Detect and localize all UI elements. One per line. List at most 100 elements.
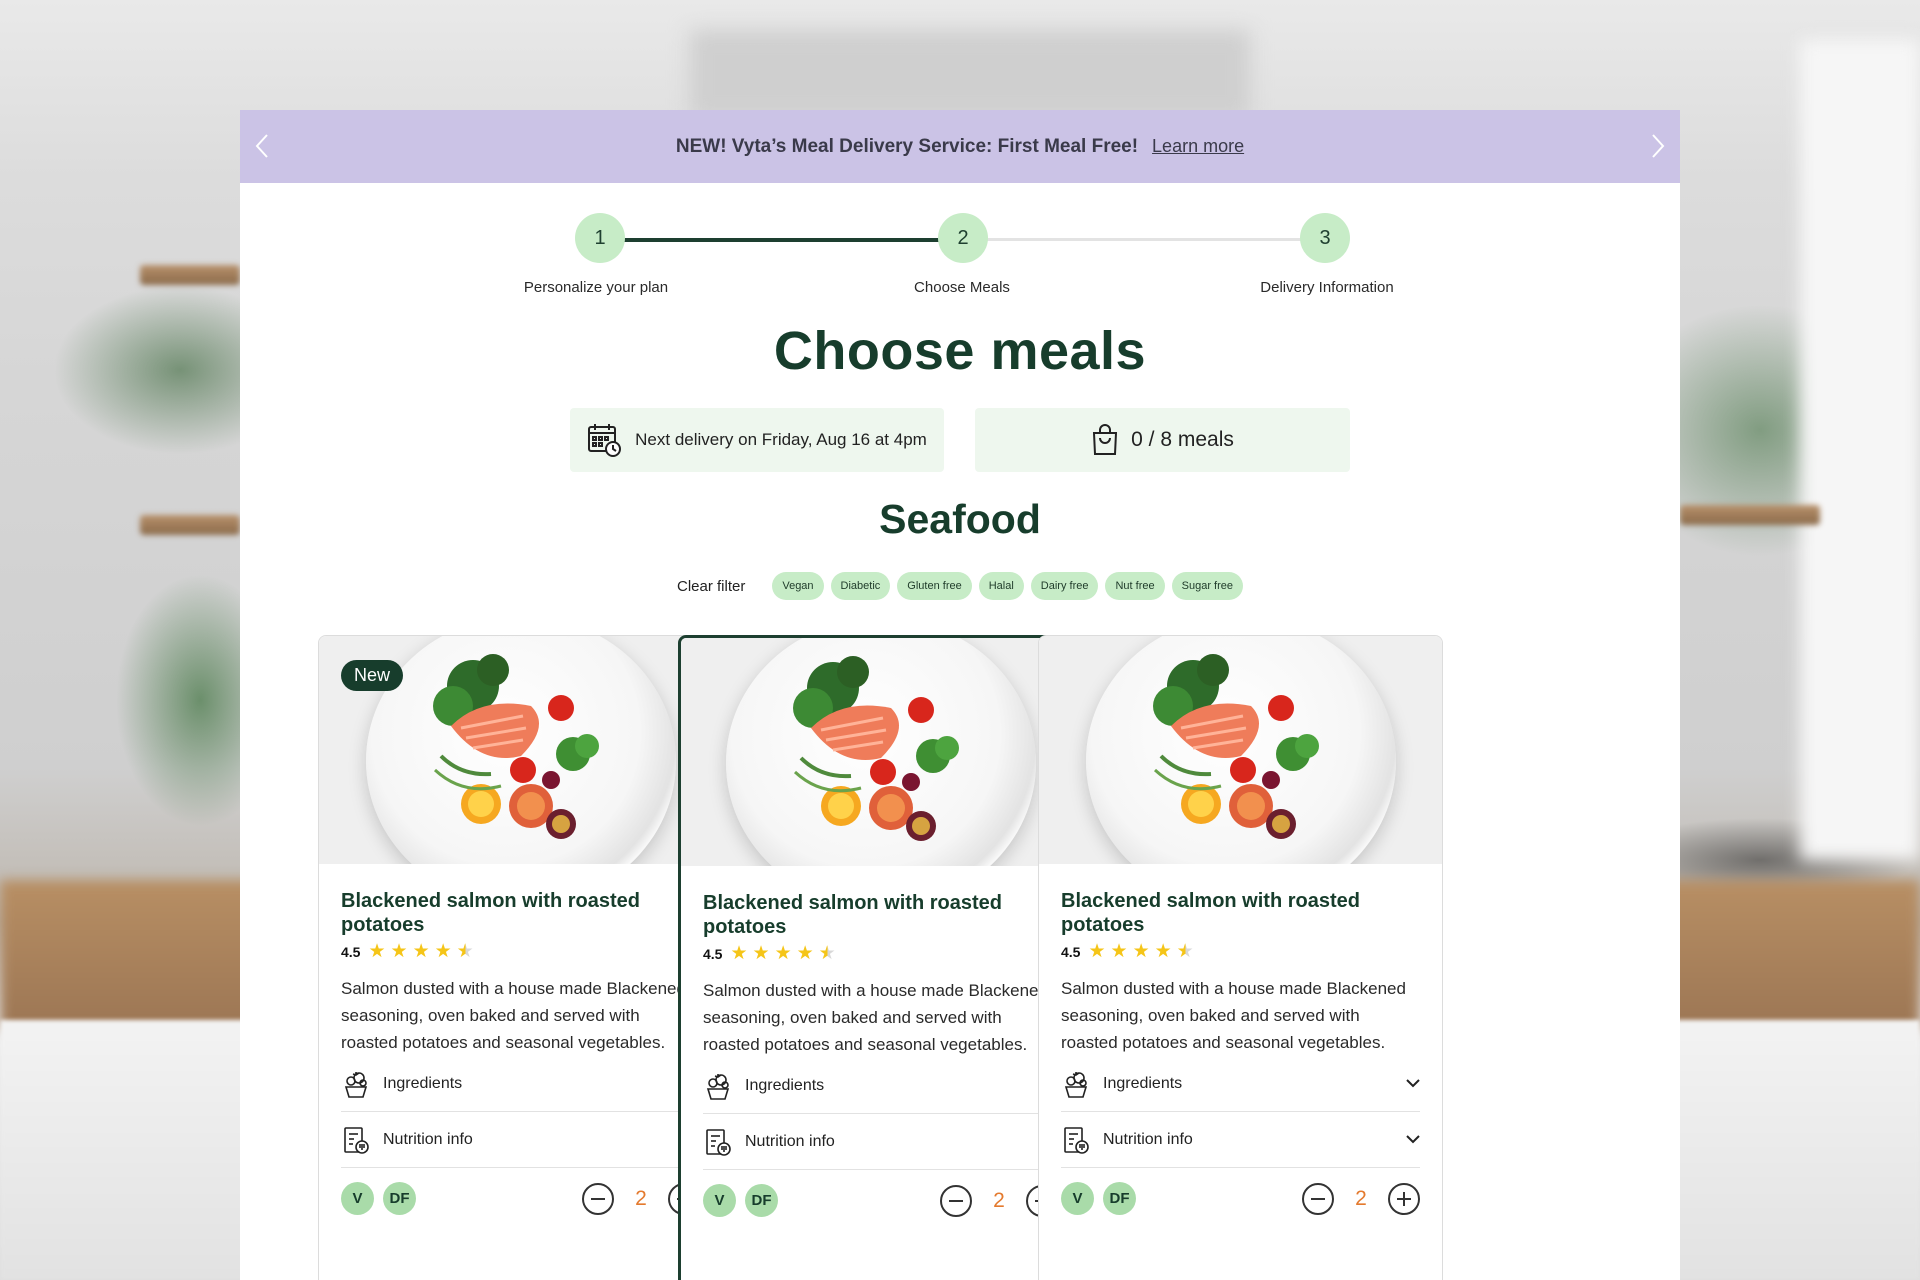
decrease-quantity-button[interactable] <box>1302 1182 1334 1215</box>
minus-icon <box>1311 1197 1325 1200</box>
banner-next-button[interactable] <box>1644 132 1672 160</box>
vegetarian-badge: V <box>1061 1182 1094 1215</box>
step-connector-complete <box>600 238 964 242</box>
decrease-quantity-button[interactable] <box>582 1182 614 1215</box>
star-full-icon: ★ <box>434 940 452 962</box>
meal-description: Salmon dusted with a house made Blackene… <box>703 981 1048 1054</box>
star-full-icon: ★ <box>1110 940 1128 962</box>
filter-bar: Clear filter Vegan Diabetic Gluten free … <box>240 572 1680 600</box>
meal-card[interactable]: Blackened salmon with roasted potatoes 4… <box>678 635 1083 1280</box>
meal-title: Blackened salmon with roasted potatoes <box>703 892 1002 938</box>
ingredients-label: Ingredients <box>1103 1074 1183 1092</box>
dairy-free-badge: DF <box>745 1184 778 1217</box>
decrease-quantity-button[interactable] <box>940 1184 972 1217</box>
background-counter <box>0 880 260 1030</box>
filter-chip-gluten-free[interactable]: Gluten free <box>897 572 972 600</box>
chevron-down-icon <box>1406 1135 1420 1144</box>
banner-prev-button[interactable] <box>248 132 276 160</box>
star-full-icon: ★ <box>1088 940 1106 962</box>
star-full-icon: ★ <box>1154 940 1172 962</box>
section-title: Seafood <box>879 496 1041 542</box>
step-connector-pending <box>964 238 1326 241</box>
nutrition-accordion[interactable]: Nutrition info <box>341 1112 700 1168</box>
star-full-icon: ★ <box>752 942 770 964</box>
star-full-icon: ★ <box>412 940 430 962</box>
filter-chip-diabetic[interactable]: Diabetic <box>830 572 891 600</box>
meal-card-footer: V DF 2 <box>341 1182 700 1215</box>
star-full-icon: ★ <box>368 940 386 962</box>
ingredients-label: Ingredients <box>745 1076 825 1094</box>
promo-banner: NEW! Vyta’s Meal Delivery Service: First… <box>240 110 1680 183</box>
meal-card-body: Blackened salmon with roasted potatoes 4… <box>681 866 1080 1217</box>
chevron-right-icon <box>1652 134 1665 158</box>
salmon-vegetables-illustration <box>432 654 599 839</box>
quantity-value[interactable]: 2 <box>972 1189 1026 1213</box>
meal-card[interactable]: New Blackened salmon with roasted potato… <box>318 635 723 1280</box>
meal-selection-panel: NEW! Vyta’s Meal Delivery Service: First… <box>240 110 1680 1280</box>
meal-title: Blackened salmon with roasted potatoes <box>1061 890 1360 936</box>
nutrition-accordion[interactable]: Nutrition info <box>703 1114 1058 1170</box>
dairy-free-badge: DF <box>383 1182 416 1215</box>
star-full-icon: ★ <box>774 942 792 964</box>
quantity-value[interactable]: 2 <box>614 1187 668 1211</box>
salmon-vegetables-illustration <box>792 656 959 841</box>
nutrition-info-icon <box>344 1126 369 1154</box>
step-3-circle[interactable]: 3 <box>1300 213 1350 263</box>
quantity-value[interactable]: 2 <box>1334 1187 1388 1211</box>
meal-image <box>681 638 1080 866</box>
learn-more-link[interactable]: Learn more <box>1152 136 1244 157</box>
filter-chip-sugar-free[interactable]: Sugar free <box>1171 572 1243 600</box>
page-title: Choose meals <box>773 321 1147 381</box>
nutrition-label: Nutrition info <box>383 1130 473 1148</box>
filter-chip-vegan[interactable]: Vegan <box>772 572 824 600</box>
nutrition-info-icon <box>706 1128 731 1156</box>
star-rating: ★ ★ ★ ★ ★ <box>1088 942 1198 961</box>
step-1-circle[interactable]: 1 <box>575 213 625 263</box>
rating-row: 4.5 ★ ★ ★ ★ ★ <box>703 944 1058 963</box>
meal-card-footer: V DF 2 <box>703 1184 1058 1217</box>
ingredients-accordion[interactable]: Ingredients <box>703 1058 1058 1114</box>
chevron-left-icon <box>255 134 268 158</box>
minus-icon <box>949 1199 963 1202</box>
cart-count-box[interactable]: 0 / 8 meals <box>975 408 1350 472</box>
ingredients-icon <box>344 1071 368 1098</box>
meal-card-footer: V DF 2 <box>1061 1182 1420 1215</box>
salmon-vegetables-illustration <box>1152 654 1319 839</box>
background-window <box>1800 40 1920 860</box>
star-rating: ★ ★ ★ ★ ★ <box>730 944 840 963</box>
star-half-icon: ★ <box>1176 940 1194 962</box>
nutrition-accordion[interactable]: Nutrition info <box>1061 1112 1420 1168</box>
rating-value: 4.5 <box>1061 943 1081 960</box>
rating-row: 4.5 ★ ★ ★ ★ ★ <box>341 942 700 961</box>
shopping-bag-icon <box>1093 424 1118 455</box>
background-counter <box>1660 880 1920 1030</box>
filter-chip-nut-free[interactable]: Nut free <box>1105 572 1165 600</box>
background-shelf <box>1680 505 1820 525</box>
meal-title: Blackened salmon with roasted potatoes <box>341 890 640 936</box>
banner-text: NEW! Vyta’s Meal Delivery Service: First… <box>675 135 1139 157</box>
step-2-circle[interactable]: 2 <box>938 213 988 263</box>
plus-icon <box>1397 1191 1411 1206</box>
star-half-icon: ★ <box>818 942 836 964</box>
meal-card-body: Blackened salmon with roasted potatoes 4… <box>1039 864 1442 1215</box>
meal-card[interactable]: Blackened salmon with roasted potatoes 4… <box>1038 635 1443 1280</box>
new-badge: New <box>341 660 404 691</box>
meal-description: Salmon dusted with a house made Blackene… <box>1061 979 1406 1052</box>
ingredients-accordion[interactable]: Ingredients <box>1061 1056 1420 1112</box>
star-full-icon: ★ <box>390 940 408 962</box>
ingredients-accordion[interactable]: Ingredients <box>341 1056 700 1112</box>
clear-filter-button[interactable]: Clear filter <box>677 578 745 595</box>
filter-chip-halal[interactable]: Halal <box>978 572 1024 600</box>
nutrition-info-icon <box>1064 1126 1089 1154</box>
nutrition-label: Nutrition info <box>745 1132 835 1150</box>
background-shelf <box>140 265 240 285</box>
chevron-down-icon <box>1406 1079 1420 1088</box>
step-1-label: Personalize your plan <box>523 279 669 296</box>
vegetarian-badge: V <box>703 1184 736 1217</box>
increase-quantity-button[interactable] <box>1388 1182 1420 1215</box>
meal-description: Salmon dusted with a house made Blackene… <box>341 979 686 1052</box>
meal-card-body: Blackened salmon with roasted potatoes 4… <box>319 864 722 1215</box>
filter-chip-dairy-free[interactable]: Dairy free <box>1030 572 1099 600</box>
background-range-hood <box>690 30 1250 120</box>
rating-row: 4.5 ★ ★ ★ ★ ★ <box>1061 942 1420 961</box>
